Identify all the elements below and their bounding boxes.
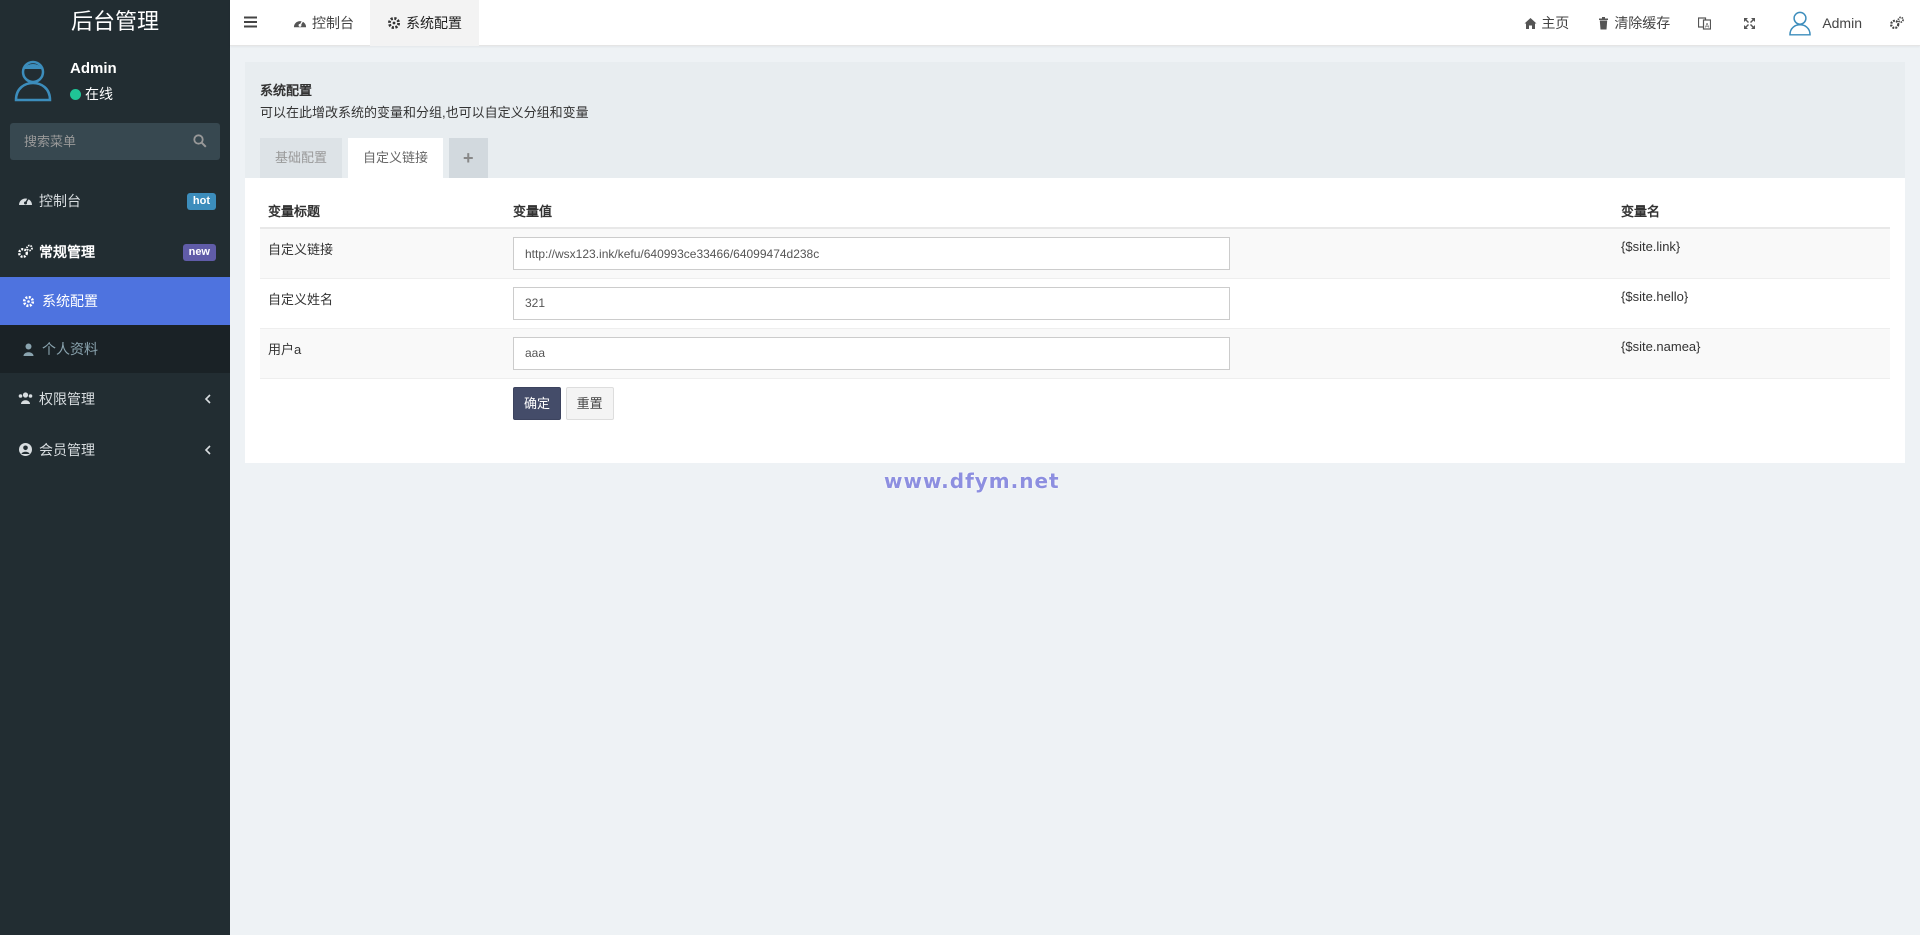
header-right-nav: 主页 清除缓存 A Admin [1510,0,1920,46]
header-user-name: Admin [1822,15,1862,31]
menu-toggle-icon[interactable] [244,15,258,29]
button-row-spacer [260,378,505,428]
language-icon: A [1698,16,1712,30]
hot-badge: hot [186,193,216,210]
submenu-general: 系统配置 个人资料 [0,277,230,373]
sidebar-item-profile[interactable]: 个人资料 [0,325,230,373]
tab-dashboard[interactable]: 控制台 [276,0,371,46]
user-menu[interactable]: Admin [1774,0,1876,46]
home-label: 主页 [1541,15,1570,31]
value-input-namea[interactable] [513,336,1230,370]
page-title: 系统配置 [260,83,313,98]
sidebar-item-label: 常规管理 [39,243,95,260]
home-icon [1524,17,1537,29]
row-value-cell [505,278,1613,329]
home-link[interactable]: 主页 [1510,0,1583,46]
control-sidebar-button[interactable] [1876,0,1920,46]
value-input-link[interactable] [513,237,1230,270]
submit-button[interactable]: 确定 [513,386,562,420]
clear-cache-label: 清除缓存 [1614,15,1671,31]
user-name: Admin [70,60,117,77]
user-circle-icon [19,443,32,456]
row-var-name: {$site.hello} [1613,278,1890,329]
search-icon[interactable] [193,134,207,148]
sidebar-item-members[interactable]: 会员管理 [0,424,230,475]
sidebar-item-general[interactable]: 常规管理 new [0,226,230,277]
user-avatar-icon [14,60,52,102]
chevron-left-icon [204,394,211,404]
row-var-name: {$site.namea} [1613,328,1890,379]
gear-icon [387,16,401,30]
config-panel: 系统配置 可以在此增改系统的变量和分组,也可以自定义分组和变量 基础配置 自定义… [245,62,1905,463]
tab-label: 系统配置 [406,15,462,31]
config-tabs: 基础配置 自定义链接 + [260,138,494,178]
button-row: 确定 重置 [260,378,1890,428]
watermark: www.dfym.net [884,469,1060,493]
sidebar-item-dashboard[interactable]: 控制台 hot [0,175,230,226]
search-input[interactable] [10,123,220,160]
reset-button[interactable]: 重置 [565,386,614,420]
value-input-hello[interactable] [513,286,1230,320]
clear-cache-button[interactable]: 清除缓存 [1583,0,1684,46]
sidebar-menu: 控制台 hot 常规管理 new 系统配置 个人资料 权限管理 会员管理 [0,175,230,475]
user-avatar-icon [1789,11,1812,36]
sidebar-item-label: 系统配置 [42,293,98,309]
fullscreen-button[interactable] [1729,0,1774,46]
add-group-button[interactable]: + [449,138,488,178]
table-row: 自定义姓名 {$site.hello} [260,278,1890,329]
tab-label: 控制台 [312,15,354,31]
column-header-value: 变量值 [505,193,1613,229]
fullscreen-icon [1744,17,1756,29]
button-cell: 确定 重置 [505,378,1613,428]
language-button[interactable]: A [1684,0,1729,46]
cogs-icon [1890,16,1904,30]
row-value-cell [505,328,1613,379]
sidebar-item-auth[interactable]: 权限管理 [0,373,230,424]
new-badge: new [182,244,216,261]
dashboard-icon [19,197,32,205]
user-status: 在线 [70,84,113,104]
user-status-label: 在线 [85,86,113,102]
row-var-name: {$site.link} [1613,228,1890,279]
panel-heading: 系统配置 可以在此增改系统的变量和分组,也可以自定义分组和变量 基础配置 自定义… [245,62,1905,178]
brand-logo[interactable]: 后台管理 [0,0,230,46]
row-title: 自定义姓名 [260,278,505,329]
button-row-spacer [1613,378,1890,428]
tab-system-config[interactable]: 系统配置 [370,0,479,46]
dashboard-icon [293,20,307,28]
trash-icon [1599,16,1609,29]
online-dot-icon [70,89,81,100]
table-header-row: 变量标题 变量值 变量名 [260,193,1890,229]
row-title: 自定义链接 [260,228,505,279]
cogs-icon [18,244,33,258]
user-icon [23,343,34,356]
row-title: 用户a [260,328,505,379]
config-table: 变量标题 变量值 变量名 自定义链接 {$site.link} 自定义姓名 {$… [260,193,1890,428]
column-header-title: 变量标题 [260,193,505,229]
tab-custom-link[interactable]: 自定义链接 [348,138,444,178]
menu-search [10,123,220,160]
sidebar-item-system-config[interactable]: 系统配置 [0,277,230,325]
users-icon [18,392,33,404]
sidebar-item-label: 权限管理 [39,390,95,407]
sidebar-item-label: 会员管理 [39,441,95,458]
sidebar-item-label: 个人资料 [42,341,98,357]
table-row: 用户a {$site.namea} [260,328,1890,379]
table-row: 自定义链接 {$site.link} [260,228,1890,279]
chevron-left-icon [204,445,211,455]
sidebar-item-label: 控制台 [39,192,81,209]
gear-icon [22,295,35,307]
column-header-name: 变量名 [1613,193,1890,229]
row-value-cell [505,228,1613,279]
sidebar: 后台管理 Admin 在线 控制台 hot 常规管理 new 系统配置 [0,0,230,935]
page-description: 可以在此增改系统的变量和分组,也可以自定义分组和变量 [260,105,589,120]
tab-basic-config[interactable]: 基础配置 [260,138,343,178]
top-header: 控制台 系统配置 主页 清除缓存 A Admin [230,0,1920,46]
user-panel: Admin 在线 [0,46,230,114]
